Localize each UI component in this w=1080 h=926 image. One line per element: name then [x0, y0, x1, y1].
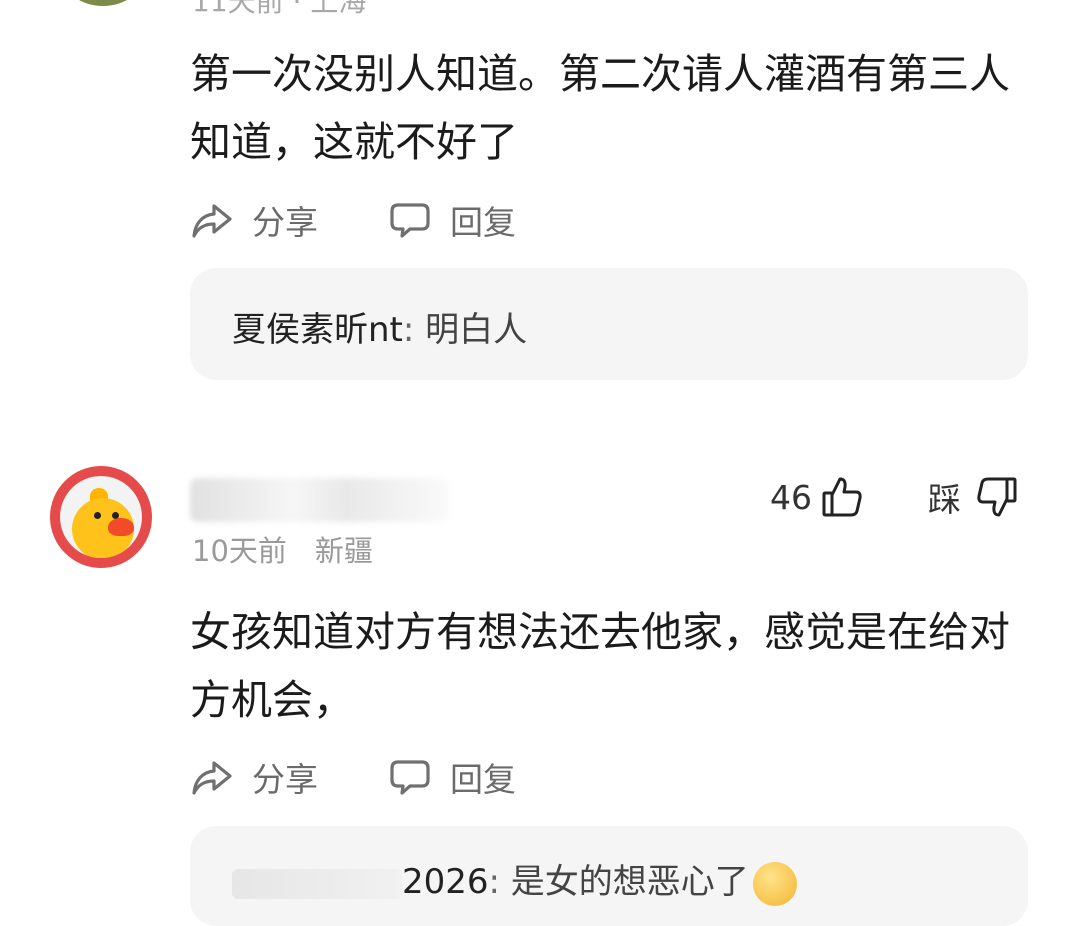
reply-author-blurred[interactable]	[232, 868, 402, 899]
reply-author[interactable]: 夏侯素昕nt	[232, 310, 403, 350]
reply-button[interactable]: 回复	[388, 195, 516, 245]
reply-label: 回复	[450, 203, 516, 242]
reply-button[interactable]: 回复	[388, 752, 516, 802]
chat-bubble-icon	[390, 203, 430, 238]
like-count: 46	[770, 477, 812, 517]
avatar[interactable]	[50, 466, 152, 568]
reply-separator: :	[402, 310, 426, 350]
share-arrow-icon	[192, 761, 232, 795]
dislike-label: 踩	[928, 480, 961, 519]
dislike-button[interactable]: 踩	[928, 474, 1019, 520]
reply-text: 明白人	[425, 310, 528, 350]
share-label: 分享	[252, 760, 318, 799]
share-button[interactable]: 分享	[190, 195, 318, 245]
username-blurred[interactable]	[190, 478, 450, 522]
reply-text: 是女的想恶心了	[510, 862, 749, 902]
chat-bubble-icon	[390, 760, 430, 795]
thumbs-down-icon	[977, 477, 1017, 517]
reply-preview[interactable]: 2026: 是女的想恶心了	[190, 826, 1028, 926]
reply-preview[interactable]: 夏侯素昕nt: 明白人	[190, 268, 1028, 380]
comment-meta: 10天前 新疆	[192, 528, 373, 570]
share-label: 分享	[252, 203, 318, 242]
laughing-emoji-icon	[752, 861, 797, 906]
comment-location: 新疆	[314, 534, 373, 568]
avatar[interactable]	[62, 0, 144, 6]
thumbs-up-icon	[822, 477, 862, 517]
reply-author-suffix: 2026	[402, 862, 489, 902]
reply-label: 回复	[450, 760, 516, 799]
duck-avatar-icon	[60, 476, 142, 558]
share-button[interactable]: 分享	[190, 752, 318, 802]
comment-time: 10天前	[192, 534, 287, 568]
like-button[interactable]: 46	[770, 474, 864, 520]
comment-text: 第一次没别人知道。第二次请人灌酒有第三人知道，这就不好了	[190, 50, 1010, 166]
reply-separator: :	[488, 862, 511, 902]
comment-text: 女孩知道对方有想法还去他家，感觉是在给对方机会，	[190, 608, 1010, 724]
comment-meta: 11天前 · 上海	[192, 0, 367, 18]
share-arrow-icon	[192, 204, 232, 238]
